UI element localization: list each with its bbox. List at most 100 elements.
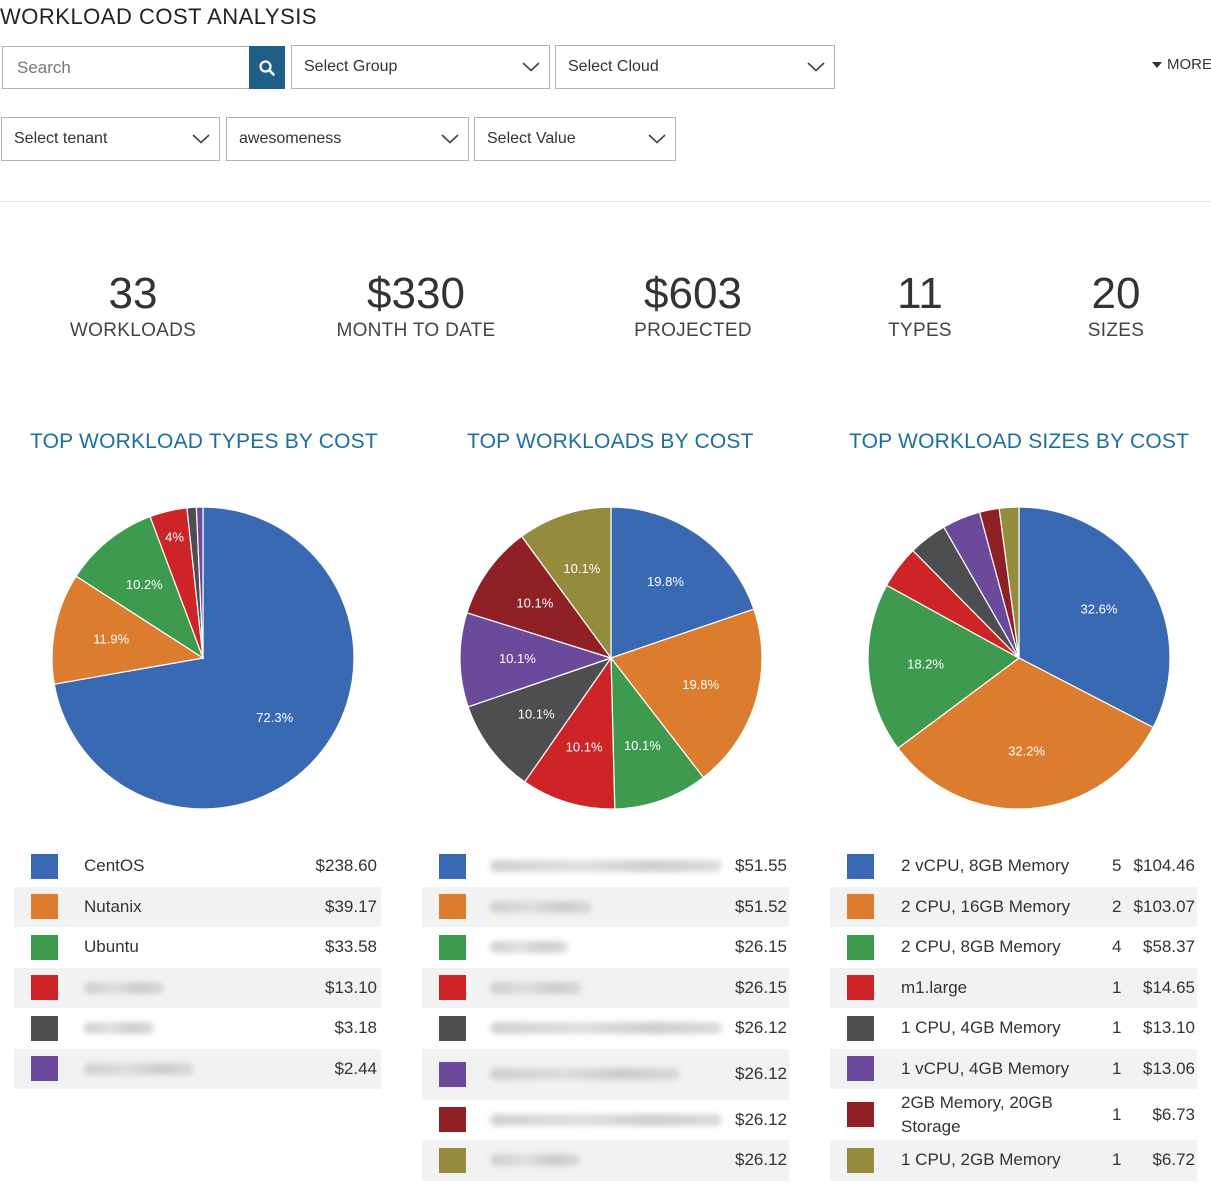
stat-projected-value: $603 — [644, 269, 742, 318]
legend-label-redacted — [490, 1022, 722, 1035]
legend-row[interactable]: CentOS $238.60 — [14, 846, 381, 887]
group-select[interactable]: Select Group — [291, 45, 550, 89]
legend-label: CentOS — [84, 856, 145, 876]
tenant-select-value: Select tenant — [14, 130, 108, 147]
legend-label: 2 CPU, 16GB Memory — [901, 896, 1071, 916]
legend-row[interactable]: $26.15 — [422, 967, 789, 1008]
legend-label-redacted — [490, 860, 722, 873]
cloud-select-value: Select Cloud — [568, 58, 659, 75]
search-icon — [259, 59, 275, 76]
pie-chart-types: 72.3% 11.9% 10.2% 4% — [51, 506, 355, 810]
legend-label-redacted — [490, 941, 568, 954]
legend-row[interactable]: $26.12 — [422, 1008, 789, 1049]
legend-row[interactable]: $51.52 — [422, 886, 789, 927]
legend-swatch — [31, 1015, 58, 1041]
legend-label: 2 CPU, 8GB Memory — [901, 937, 1061, 957]
legend-label: 1 vCPU, 4GB Memory — [901, 1058, 1070, 1078]
legend-cost: $39.17 — [325, 896, 377, 916]
chevron-down-icon — [798, 46, 834, 88]
legend-label-redacted — [84, 981, 164, 994]
pie-label-0-1: 11.9% — [93, 631, 129, 646]
legend-swatch — [439, 934, 466, 960]
legend-cost: $51.52 — [735, 896, 787, 916]
stat-workloads: 33 WORKLOADS — [13, 268, 253, 342]
legend-swatch — [847, 1015, 874, 1041]
stat-workloads-value: 33 — [108, 269, 158, 318]
stat-sizes: 20 SIZES — [996, 268, 1211, 342]
legend-row[interactable]: 2 vCPU, 8GB Memory 5 $104.46 — [830, 846, 1197, 887]
legend-cost: $13.10 — [1143, 1018, 1195, 1038]
legend-row[interactable]: m1.large 1 $14.65 — [830, 967, 1197, 1008]
pie-label-2-2: 18.2% — [907, 656, 944, 671]
legend-cost: $13.06 — [1143, 1058, 1195, 1078]
legend-label: Nutanix — [84, 896, 142, 916]
pie-label-1-1: 19.8% — [682, 677, 719, 692]
legend-swatch — [439, 975, 466, 1001]
legend-count: 1 — [1112, 1104, 1122, 1124]
legend-cost: $6.72 — [1152, 1150, 1195, 1170]
tenant-select[interactable]: Select tenant — [1, 117, 220, 161]
group-select-value: Select Group — [304, 58, 398, 75]
chevron-down-icon — [639, 118, 675, 160]
legend-label: m1.large — [901, 977, 968, 997]
divider — [0, 201, 1211, 202]
legend-count: 1 — [1112, 1150, 1122, 1170]
page-title: WORKLOAD COST ANALYSIS — [0, 4, 318, 29]
legend-swatch — [847, 1147, 874, 1173]
legend-row[interactable]: $13.10 — [14, 967, 381, 1008]
search-button[interactable] — [249, 46, 285, 89]
legend-cost: $33.58 — [325, 937, 377, 957]
legend-swatch — [847, 975, 874, 1001]
legend-row[interactable]: 2GB Memory, 20GB Storage 1 $6.73 — [830, 1089, 1197, 1140]
chevron-down-icon — [513, 46, 549, 88]
legend-row[interactable]: 1 vCPU, 4GB Memory 1 $13.06 — [830, 1048, 1197, 1089]
pie-label-1-0: 19.8% — [647, 574, 684, 589]
legend-label-redacted — [490, 981, 582, 994]
legend-cost: $26.12 — [735, 1018, 787, 1038]
legend-row[interactable]: $2.44 — [14, 1048, 381, 1089]
pie-label-1-7: 10.1% — [563, 561, 600, 576]
pie-label-0-0: 72.3% — [256, 710, 293, 725]
legend-count: 4 — [1112, 937, 1122, 957]
stat-month-to-date-label: MONTH TO DATE — [336, 320, 496, 341]
legend-swatch — [439, 1147, 466, 1173]
more-toggle[interactable]: MORE — [1152, 56, 1211, 73]
pie-label-1-4: 10.1% — [518, 706, 555, 721]
legend-row[interactable]: 1 CPU, 2GB Memory 1 $6.72 — [830, 1140, 1197, 1181]
pie-label-0-3: 4% — [165, 530, 184, 545]
legend-cost: $238.60 — [315, 856, 377, 876]
legend-row[interactable]: Nutanix $39.17 — [14, 886, 381, 927]
caret-down-icon — [1152, 61, 1162, 68]
legend-count: 2 — [1112, 896, 1122, 916]
legend-row[interactable]: Ubuntu $33.58 — [14, 927, 381, 968]
legend-label: 1 CPU, 4GB Memory — [901, 1018, 1061, 1038]
pie-label-0-2: 10.2% — [126, 577, 163, 592]
legend-row[interactable]: $51.55 — [422, 846, 789, 887]
legend-swatch — [847, 934, 874, 960]
legend-row[interactable]: $26.12 — [422, 1048, 789, 1100]
legend-swatch — [439, 1015, 466, 1041]
legend-cost: $26.15 — [735, 977, 787, 997]
legend-swatch — [439, 894, 466, 920]
legend-label: 2 vCPU, 8GB Memory — [901, 856, 1070, 876]
legend-cost: $6.73 — [1152, 1104, 1195, 1124]
legend-count: 1 — [1112, 1058, 1122, 1078]
pie-label-1-6: 10.1% — [516, 596, 553, 611]
legend-row[interactable]: 2 CPU, 8GB Memory 4 $58.37 — [830, 927, 1197, 968]
value-select[interactable]: Select Value — [474, 117, 676, 161]
legend-swatch — [847, 1056, 874, 1082]
chevron-down-icon — [183, 118, 219, 160]
cloud-select[interactable]: Select Cloud — [555, 45, 835, 89]
legend-row[interactable]: $26.12 — [422, 1100, 789, 1141]
legend-row[interactable]: 1 CPU, 4GB Memory 1 $13.10 — [830, 1008, 1197, 1049]
legend-row[interactable]: $26.15 — [422, 927, 789, 968]
legend-row[interactable]: 2 CPU, 16GB Memory 2 $103.07 — [830, 886, 1197, 927]
legend-swatch — [31, 934, 58, 960]
legend-row[interactable]: $26.12 — [422, 1140, 789, 1181]
legend-swatch — [847, 894, 874, 920]
legend-cost: $26.12 — [735, 1150, 787, 1170]
legend-swatch — [847, 853, 874, 879]
search-input[interactable] — [2, 46, 249, 89]
awesomeness-select[interactable]: awesomeness — [226, 117, 469, 161]
legend-row[interactable]: $3.18 — [14, 1008, 381, 1049]
